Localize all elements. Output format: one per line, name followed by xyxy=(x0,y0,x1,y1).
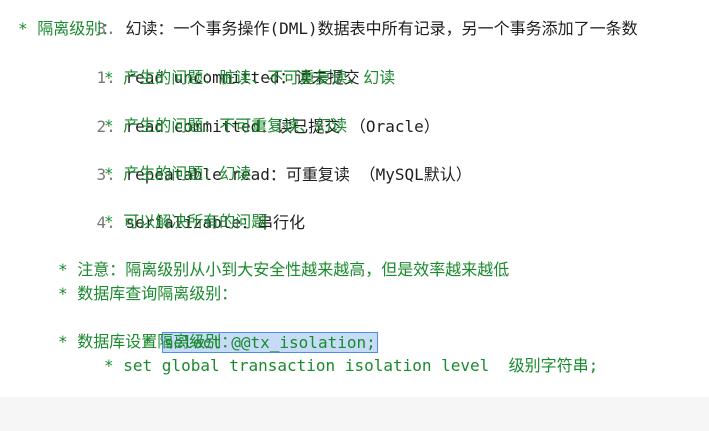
level-read-uncommitted[interactable]: 1. read uncommitted：读未提交 xyxy=(58,42,360,87)
level-serializable[interactable]: 4. serializable：串行化 xyxy=(58,187,306,232)
problem-serializable[interactable]: * 可以解决所有的问题 xyxy=(104,210,267,234)
line-text: 幻读：一个事务操作(DML)数据表中所有记录，另一个事务添加了一条数 xyxy=(125,19,638,38)
query-isolation-command-line[interactable]: * select @@tx_isolation; xyxy=(104,307,378,353)
line-phantom-read[interactable]: 3. 幻读：一个事务操作(DML)数据表中所有记录，另一个事务添加了一条数 xyxy=(58,0,638,38)
problem-repeatable-read[interactable]: * 产生的问题：幻读 xyxy=(104,162,251,186)
heading-isolation-levels[interactable]: * 隔离级别： xyxy=(18,17,117,41)
level-read-committed[interactable]: 2. read committed：读已提交 （Oracle） xyxy=(58,91,440,136)
editor-text-area[interactable]: 3. 幻读：一个事务操作(DML)数据表中所有记录，另一个事务添加了一条数 * … xyxy=(0,0,709,431)
set-isolation-heading[interactable]: * 数据库设置隔离级别： xyxy=(58,330,237,354)
editor-bottom-edge xyxy=(0,397,709,431)
level-repeatable-read[interactable]: 3. repeatable read：可重复读 （MySQL默认） xyxy=(58,139,472,184)
query-isolation-heading[interactable]: * 数据库查询隔离级别： xyxy=(58,282,237,306)
problem-read-uncommitted[interactable]: * 产生的问题：脏读、不可重复读、幻读 xyxy=(104,66,395,90)
problem-read-committed[interactable]: * 产生的问题：不可重复读、幻读 xyxy=(104,114,347,138)
set-isolation-command-line[interactable]: * set global transaction isolation level… xyxy=(104,354,598,378)
note-line[interactable]: * 注意：隔离级别从小到大安全性越来越高，但是效率越来越低 xyxy=(58,258,509,282)
